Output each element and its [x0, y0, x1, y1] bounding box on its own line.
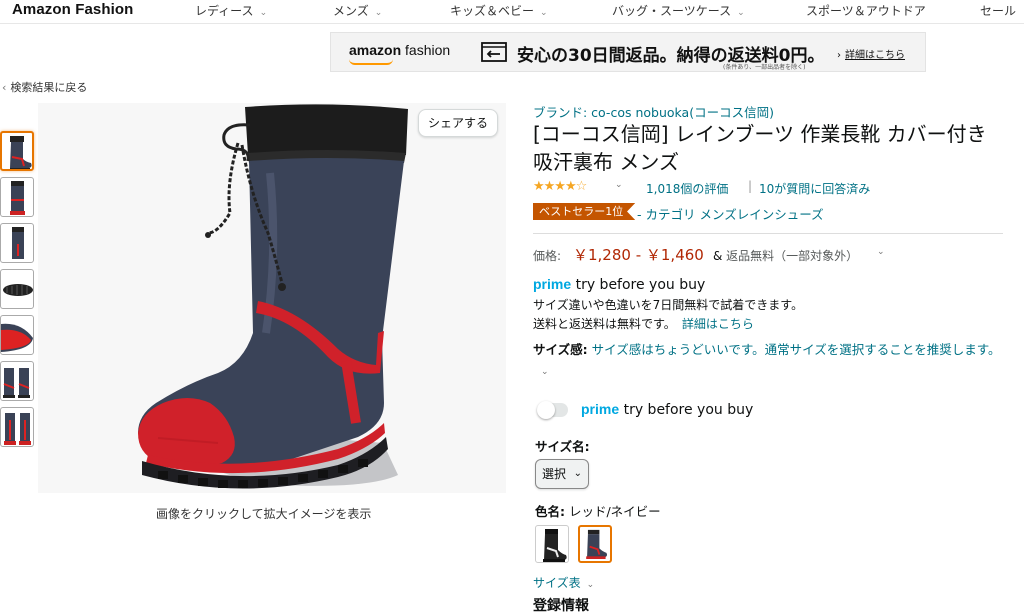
product-title: [コーコス信岡] レインブーツ 作業長靴 カバー付き 吸汗裏布 メンズ — [533, 122, 987, 174]
rain-boot-image — [138, 104, 408, 489]
brand-link[interactable]: ブランド: co-cos nobuoka(コーコス信岡) — [533, 102, 774, 121]
bestseller-category-link[interactable]: - カテゴリ メンズレインシューズ — [637, 204, 824, 223]
prime-try-toggle[interactable] — [537, 401, 568, 419]
chevron-down-icon[interactable]: ⌄ — [615, 180, 623, 190]
size-chart-label: サイズ表 — [533, 576, 581, 590]
size-fit-row: サイズ感: サイズ感はちょうどいいです。通常サイズを選択することを推奨します。 ⌄ — [533, 340, 1003, 382]
size-label: サイズ名: — [535, 439, 590, 454]
nav-item-sale[interactable]: セール — [980, 2, 1016, 19]
color-label-key: 色名: — [535, 504, 565, 519]
separator: | — [748, 179, 753, 193]
chevron-down-icon: ⌄ — [586, 580, 595, 590]
prime-description-2: 送料と返送料は無料です。 詳細はこちら — [533, 315, 754, 332]
chevron-down-icon: ⌄ — [259, 8, 268, 18]
back-link-label: 検索結果に戻る — [10, 81, 88, 94]
thumbnail-6[interactable] — [0, 361, 34, 401]
boot-front-thumbnail-icon — [10, 181, 25, 215]
boot-pair-thumbnail-icon — [3, 368, 30, 398]
nav-item-sports[interactable]: スポーツ＆アウトドア — [806, 2, 926, 19]
chevron-right-icon: › — [837, 50, 841, 61]
boot-pair-front-thumbnail-icon — [4, 413, 31, 445]
color-swatch-black[interactable] — [535, 525, 569, 563]
amazon-fashion-banner-logo: amazon fashion — [349, 42, 451, 65]
thumbnail-3[interactable] — [0, 223, 34, 263]
price-label: 価格: — [533, 249, 562, 263]
prime-tagline: try before you buy — [571, 277, 706, 293]
banner-subnote: (条件あり、一部出品者を除く) — [723, 64, 806, 71]
chevron-down-icon[interactable]: ⌄ — [877, 247, 885, 257]
chevron-down-icon: ⌄ — [573, 468, 582, 479]
divider — [533, 233, 1003, 234]
prime-description-2-text: 送料と返送料は無料です。 — [533, 317, 676, 331]
share-button[interactable]: シェアする — [418, 109, 498, 137]
boot-toe-thumbnail-icon — [1, 323, 33, 352]
size-select[interactable]: 選択 ⌄ — [535, 459, 589, 489]
prime-logo: prime — [581, 401, 620, 417]
star-rating-icon[interactable]: ★★★★☆ — [533, 179, 587, 194]
prime-try-before-you-buy: prime try before you buy — [533, 276, 705, 293]
chevron-down-icon: ⌄ — [374, 8, 383, 18]
nav-item-label: メンズ — [333, 4, 369, 18]
nav-item-label: レディース — [195, 4, 254, 18]
back-to-results-link[interactable]: ‹ 検索結果に戻る — [2, 79, 87, 95]
answered-questions-link[interactable]: 10が質問に回答済み — [759, 180, 870, 197]
prime-logo: prime — [533, 276, 572, 292]
fit-text-link[interactable]: サイズ感はちょうどいいです。通常サイズを選択することを推奨します。 — [588, 342, 1001, 357]
size-select-value: 選択 — [542, 467, 567, 481]
nav-item-label: スポーツ＆アウトドア — [806, 4, 926, 18]
thumbnail-2[interactable] — [0, 177, 34, 217]
nav-item-kids-baby[interactable]: キッズ＆ベビー ⌄ — [450, 2, 548, 19]
banner-logo-fashion: fashion — [401, 42, 451, 58]
toggle-tagline: try before you buy — [619, 402, 754, 418]
return-box-icon — [481, 42, 507, 62]
free-returns-label: 返品無料（一部対象外） — [726, 249, 859, 263]
nav-item-label: バッグ・スーツケース — [612, 4, 732, 18]
thumbnail-4[interactable] — [0, 269, 34, 309]
price-ship-prefix: & — [713, 249, 727, 263]
nav-item-label: セール — [980, 4, 1017, 18]
top-nav: Amazon Fashion レディース ⌄ メンズ ⌄ キッズ＆ベビー ⌄ バッグ・… — [0, 0, 1024, 24]
smile-icon — [349, 59, 393, 65]
color-label: 色名: レッド/ネイビー — [535, 501, 661, 520]
bestseller-badge: ベストセラー1位 — [533, 203, 636, 220]
returns-banner[interactable]: amazon fashion 安心の30日間返品。納得の返送料0円。 (条件あり… — [330, 32, 926, 72]
chevron-down-icon[interactable]: ⌄ — [541, 367, 549, 377]
black-boot-swatch-icon — [543, 529, 567, 562]
toggle-knob — [537, 401, 555, 419]
main-product-image[interactable] — [38, 103, 506, 493]
image-zoom-caption: 画像をクリックして拡大イメージを表示 — [156, 507, 372, 521]
banner-logo-amazon: amazon — [349, 42, 402, 58]
amazon-fashion-logo[interactable]: Amazon Fashion — [12, 1, 133, 18]
free-returns-link[interactable]: & 返品無料（一部対象外） — [713, 247, 858, 264]
thumbnail-1[interactable] — [0, 131, 34, 171]
nav-item-mens[interactable]: メンズ ⌄ — [333, 2, 382, 19]
price-value: ￥1,280 - ￥1,460 — [573, 246, 704, 264]
chevron-down-icon: ⌄ — [540, 8, 548, 18]
nav-item-ladies[interactable]: レディース ⌄ — [195, 2, 267, 19]
boot-back-thumbnail-icon — [12, 227, 24, 259]
fit-label: サイズ感: — [533, 342, 588, 357]
color-swatch-red-navy[interactable] — [578, 525, 612, 563]
boot-sole-thumbnail-icon — [3, 284, 33, 296]
boot-side-thumbnail-icon — [10, 136, 32, 169]
thumbnail-5[interactable] — [0, 315, 34, 355]
chevron-down-icon: ⌄ — [737, 8, 745, 18]
prime-description-1: サイズ違いや色違いを7日間無料で試着できます。 — [533, 298, 804, 312]
thumbnail-7[interactable] — [0, 407, 34, 447]
size-chart-link[interactable]: サイズ表 ⌄ — [533, 574, 594, 591]
nav-item-label: キッズ＆ベビー — [450, 4, 535, 18]
banner-details-link[interactable]: › 詳細はこちら — [837, 46, 905, 61]
prime-details-link[interactable]: 詳細はこちら — [682, 317, 754, 331]
banner-link-label: 詳細はこちら — [845, 50, 905, 61]
red-navy-boot-swatch-icon — [586, 529, 608, 559]
registration-info-heading: 登録情報 — [533, 598, 589, 612]
color-value: レッド/ネイビー — [565, 504, 661, 519]
rating-count-link[interactable]: 1,018個の評価 — [646, 180, 728, 197]
nav-item-bags[interactable]: バッグ・スーツケース ⌄ — [612, 2, 745, 19]
chevron-left-icon: ‹ — [2, 81, 7, 94]
toggle-label: prime try before you buy — [581, 401, 753, 418]
